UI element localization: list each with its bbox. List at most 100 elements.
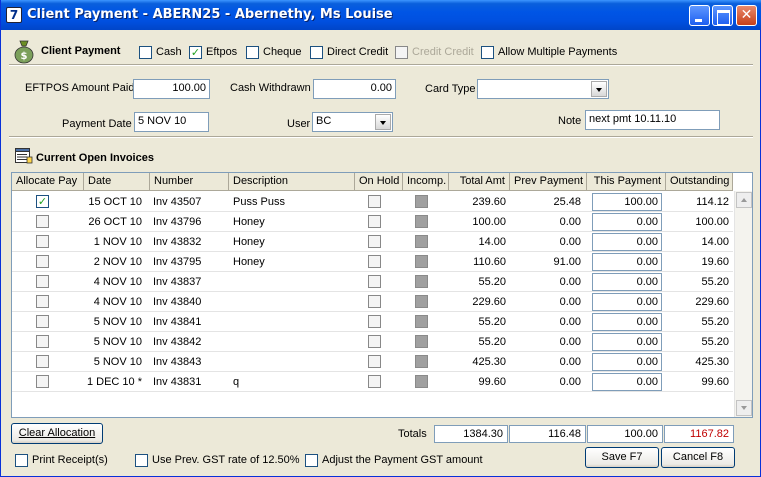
on-hold-checkbox[interactable] — [368, 375, 381, 388]
allocate-pay-checkbox[interactable] — [36, 335, 49, 348]
on-hold-checkbox[interactable] — [368, 235, 381, 248]
allocate-pay-checkbox[interactable] — [36, 215, 49, 228]
incomplete-checkbox — [415, 215, 428, 228]
invoice-number: Inv 43507 — [153, 196, 202, 208]
this-payment-input[interactable]: 0.00 — [592, 253, 662, 271]
table-row[interactable]: 4 NOV 10 Inv 43840 229.60 0.00 0.00 229.60 — [12, 292, 733, 312]
cancel-button[interactable]: Cancel F8 — [661, 447, 735, 468]
col-outstanding[interactable]: Outstanding — [666, 173, 733, 191]
user-select[interactable]: BC — [312, 112, 393, 132]
title-bar[interactable]: 7 Client Payment - ABERN25 - Abernethy, … — [1, 0, 761, 30]
table-row[interactable]: 1 DEC 10 * Inv 43831 q 99.60 0.00 0.00 99.60 — [12, 372, 733, 392]
table-row[interactable]: ✓ 15 OCT 10 Inv 43507 Puss Puss 239.60 25.48 1… — [12, 192, 733, 212]
invoice-list-icon — [15, 148, 33, 164]
incomplete-checkbox — [415, 295, 428, 308]
minimize-button[interactable] — [689, 5, 710, 26]
total-outstanding-value: 1167.82 — [664, 425, 734, 443]
adjust-gst-checkbox[interactable] — [305, 454, 318, 467]
clear-allocation-button[interactable]: Clear Allocation — [11, 423, 103, 444]
allocate-pay-checkbox[interactable] — [36, 295, 49, 308]
this-payment-input[interactable]: 0.00 — [592, 273, 662, 291]
this-payment-input[interactable]: 0.00 — [592, 313, 662, 331]
on-hold-checkbox[interactable] — [368, 315, 381, 328]
scroll-up-icon[interactable] — [736, 192, 752, 208]
direct-credit-label[interactable]: Direct Credit — [327, 46, 388, 58]
this-payment-input[interactable]: 0.00 — [592, 353, 662, 371]
cash-withdrawn-label: Cash Withdrawn — [230, 82, 311, 94]
client-payment-label: Client Payment — [41, 45, 121, 57]
allocate-pay-checkbox[interactable] — [36, 275, 49, 288]
allow-multiple-payments-label[interactable]: Allow Multiple Payments — [498, 46, 617, 58]
col-number[interactable]: Number — [150, 173, 229, 191]
chevron-down-icon[interactable] — [375, 114, 391, 130]
app-icon[interactable]: 7 — [6, 7, 22, 23]
this-payment-input[interactable]: 0.00 — [592, 373, 662, 391]
this-payment-input[interactable]: 0.00 — [592, 333, 662, 351]
eftpos-label[interactable]: Eftpos — [206, 46, 237, 58]
this-payment-input[interactable]: 0.00 — [592, 293, 662, 311]
col-description[interactable]: Description — [229, 173, 355, 191]
direct-credit-checkbox[interactable] — [310, 46, 323, 59]
scroll-down-icon[interactable] — [736, 400, 752, 416]
maximize-button[interactable] — [712, 5, 733, 26]
eftpos-amount-input[interactable]: 100.00 — [133, 79, 210, 99]
adjust-gst-label[interactable]: Adjust the Payment GST amount — [322, 454, 483, 466]
cheque-checkbox[interactable] — [246, 46, 259, 59]
table-row[interactable]: 5 NOV 10 Inv 43841 55.20 0.00 0.00 55.20 — [12, 312, 733, 332]
invoice-prev-payment: 0.00 — [559, 296, 581, 308]
col-date[interactable]: Date — [84, 173, 150, 191]
invoice-outstanding: 55.20 — [701, 316, 729, 328]
this-payment-input[interactable]: 0.00 — [592, 213, 662, 231]
col-on-hold[interactable]: On Hold — [355, 173, 403, 191]
table-row[interactable]: 5 NOV 10 Inv 43843 425.30 0.00 0.00 425.30 — [12, 352, 733, 372]
on-hold-checkbox[interactable] — [368, 295, 381, 308]
this-payment-input[interactable]: 100.00 — [592, 193, 662, 211]
vertical-scrollbar[interactable] — [734, 191, 752, 417]
use-prev-gst-label[interactable]: Use Prev. GST rate of 12.50% — [152, 454, 300, 466]
use-prev-gst-checkbox[interactable] — [135, 454, 148, 467]
on-hold-checkbox[interactable] — [368, 335, 381, 348]
on-hold-checkbox[interactable] — [368, 355, 381, 368]
save-button[interactable]: Save F7 — [585, 447, 659, 468]
print-receipts-checkbox[interactable] — [15, 454, 28, 467]
note-label: Note — [558, 115, 582, 127]
table-row[interactable]: 4 NOV 10 Inv 43837 55.20 0.00 0.00 55.20 — [12, 272, 733, 292]
cash-label[interactable]: Cash — [156, 46, 182, 58]
note-input[interactable]: next pmt 10.11.10 — [585, 110, 720, 130]
col-allocate-pay[interactable]: Allocate Pay — [12, 173, 84, 191]
open-invoices-title: Current Open Invoices — [36, 152, 154, 164]
col-incomplete[interactable]: Incomp. — [403, 173, 449, 191]
eftpos-checkbox[interactable]: ✓ — [189, 46, 202, 59]
on-hold-checkbox[interactable] — [368, 255, 381, 268]
cheque-label[interactable]: Cheque — [263, 46, 302, 58]
col-total-amt[interactable]: Total Amt — [449, 173, 510, 191]
card-type-select[interactable] — [477, 79, 609, 99]
allocate-pay-checkbox[interactable] — [36, 375, 49, 388]
allocate-pay-checkbox[interactable] — [36, 235, 49, 248]
payment-date-input[interactable]: 5 NOV 10 — [134, 112, 209, 132]
cash-checkbox[interactable] — [139, 46, 152, 59]
table-row[interactable]: 5 NOV 10 Inv 43842 55.20 0.00 0.00 55.20 — [12, 332, 733, 352]
allocate-pay-checkbox[interactable] — [36, 355, 49, 368]
allocate-pay-checkbox[interactable]: ✓ — [36, 195, 49, 208]
allow-multiple-payments-checkbox[interactable] — [481, 46, 494, 59]
this-payment-input[interactable]: 0.00 — [592, 233, 662, 251]
col-prev-payment[interactable]: Prev Payment — [510, 173, 587, 191]
cash-withdrawn-input[interactable]: 0.00 — [313, 79, 396, 99]
chevron-down-icon[interactable] — [591, 81, 607, 97]
allocate-pay-checkbox[interactable] — [36, 255, 49, 268]
on-hold-checkbox[interactable] — [368, 195, 381, 208]
close-icon: ✕ — [740, 7, 753, 23]
table-row[interactable]: 1 NOV 10 Inv 43832 Honey 14.00 0.00 0.00 14.00 — [12, 232, 733, 252]
on-hold-checkbox[interactable] — [368, 275, 381, 288]
close-button[interactable]: ✕ — [736, 5, 757, 26]
invoice-prev-payment: 0.00 — [559, 216, 581, 228]
allocate-pay-checkbox[interactable] — [36, 315, 49, 328]
on-hold-checkbox[interactable] — [368, 215, 381, 228]
table-row[interactable]: 2 NOV 10 Inv 43795 Honey 110.60 91.00 0.00 19.… — [12, 252, 733, 272]
invoices-table[interactable]: Allocate Pay Date Number Description On … — [11, 172, 753, 418]
table-row[interactable]: 26 OCT 10 Inv 43796 Honey 100.00 0.00 0.00 100… — [12, 212, 733, 232]
col-this-payment[interactable]: This Payment — [587, 173, 666, 191]
invoice-number: Inv 43795 — [153, 256, 202, 268]
print-receipts-label[interactable]: Print Receipt(s) — [32, 454, 108, 466]
